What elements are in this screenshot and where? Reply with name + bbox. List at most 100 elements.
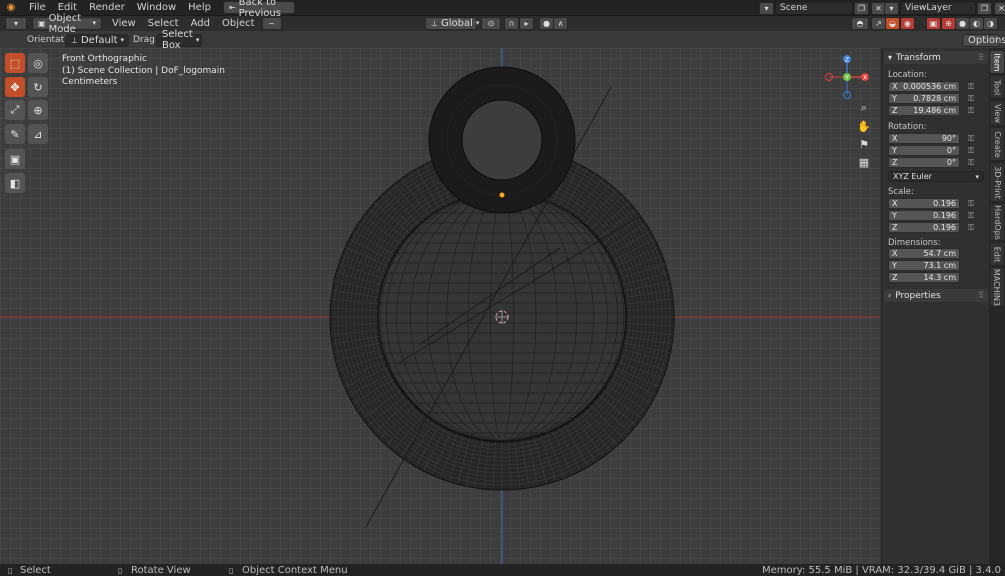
rotation-z-value: 0° <box>946 158 956 167</box>
status-select: Select <box>20 564 51 576</box>
editor-type-icon[interactable]: ▾ <box>5 17 27 30</box>
menu-add[interactable]: Add <box>185 18 216 29</box>
lock-icon[interactable]: ⚿ <box>968 134 974 144</box>
back-to-previous-button[interactable]: ⇤ Back to Previous <box>222 0 295 19</box>
falloff-icon[interactable]: ∧ <box>553 17 568 30</box>
new-scene-icon[interactable]: ❐ <box>854 1 869 15</box>
lock-icon[interactable]: ⚿ <box>968 199 974 209</box>
scale-z-field[interactable]: Z 0.196 <box>888 222 960 233</box>
scene-selector[interactable]: ▾ Scene ❐ ✕ <box>758 1 887 15</box>
viewport-header: ▾ ▣ Object Mode ▾ View Select Add Object… <box>0 13 1005 35</box>
axis-label: Z <box>892 158 898 167</box>
dimensions-z-field[interactable]: Z 14.3 cm <box>888 272 960 283</box>
tab-edit[interactable]: Edit <box>990 243 1004 265</box>
object-extra-icon[interactable]: ~ <box>261 17 282 30</box>
rendered-shading-icon[interactable]: ◑ <box>983 17 998 30</box>
menu-edit[interactable]: Edit <box>52 2 83 13</box>
3d-viewport[interactable] <box>0 48 880 564</box>
tab-item[interactable]: Item <box>990 51 1004 73</box>
camera-icon[interactable]: ⚑ <box>857 137 871 151</box>
scale-x-field[interactable]: X 0.196 <box>888 198 960 209</box>
tab-tool-label: Tool <box>992 79 1002 95</box>
location-x-field[interactable]: X 0.000536 cm <box>888 81 960 92</box>
overlay-toggle-icon[interactable]: ◒ <box>885 17 900 30</box>
dimensions-x-field[interactable]: X 54.7 cm <box>888 248 960 259</box>
menu-select[interactable]: Select <box>142 18 185 29</box>
snap-icon[interactable]: ∩ <box>504 17 519 30</box>
lock-icon[interactable]: ⚿ <box>968 106 974 116</box>
lock-icon[interactable]: ⚿ <box>968 146 974 156</box>
options-button[interactable]: Options ▾ <box>962 33 1005 47</box>
menu-window[interactable]: Window <box>131 2 182 13</box>
tab-tool[interactable]: Tool <box>990 76 1004 98</box>
lock-icon[interactable]: ⚿ <box>968 211 974 221</box>
rotate-tool[interactable]: ↻ <box>28 77 48 97</box>
gizmo-toggle-icon[interactable]: ↗ <box>871 17 886 30</box>
blender-logo-icon[interactable]: ◉ <box>3 2 19 13</box>
snap-target-icon[interactable]: ▸ <box>519 17 534 30</box>
navigation-gizmo[interactable]: Z X Y <box>822 53 872 103</box>
scene-name-field[interactable]: Scene <box>775 1 853 15</box>
location-z-field[interactable]: Z 19.486 cm <box>888 105 960 116</box>
axis-label: Z <box>892 106 898 115</box>
delete-view-layer-icon[interactable]: ✕ <box>994 1 1005 15</box>
dimensions-label: Dimensions: <box>888 238 941 248</box>
annotate-tool[interactable]: ✎ <box>5 124 25 144</box>
add-cube-tool[interactable]: ▣ <box>5 149 25 169</box>
visibility-icon[interactable]: ◓ <box>851 17 869 30</box>
drag-handle-icon[interactable]: ⠿ <box>978 53 984 62</box>
menu-object[interactable]: Object <box>216 18 261 29</box>
scale-y-field[interactable]: Y 0.196 <box>888 210 960 221</box>
lock-icon[interactable]: ⚿ <box>968 223 974 233</box>
tab-hardops[interactable]: HardOps <box>990 204 1004 240</box>
tab-create[interactable]: Create <box>990 128 1004 160</box>
material-shading-icon[interactable]: ◐ <box>969 17 984 30</box>
lock-icon[interactable]: ⚿ <box>968 158 974 168</box>
menu-help[interactable]: Help <box>182 2 217 13</box>
scale-tool[interactable]: ⤢ <box>5 100 25 120</box>
measure-tool[interactable]: ⊿ <box>28 124 48 144</box>
rotation-y-field[interactable]: Y 0° <box>888 145 960 156</box>
chevron-down-icon: ▾ <box>92 19 96 27</box>
cursor-tool[interactable]: ◎ <box>28 53 48 73</box>
rotation-y-value: 0° <box>946 146 956 155</box>
rotation-mode-dropdown[interactable]: XYZ Euler ▾ <box>888 171 984 182</box>
view-layer-selector[interactable]: ▾ ViewLayer ❐ ✕ <box>883 1 1005 15</box>
xray-toggle-icon[interactable]: ▣ <box>926 17 941 30</box>
menu-render[interactable]: Render <box>83 2 131 13</box>
tab-3d-print[interactable]: 3D-Print <box>990 163 1004 201</box>
rotation-x-field[interactable]: X 90° <box>888 133 960 144</box>
location-z-value: 19.486 cm <box>913 106 956 115</box>
tab-machin3[interactable]: MACHIN3 <box>990 268 1004 306</box>
transform-panel-header[interactable]: ▾ Transform ⠿ <box>884 51 988 64</box>
rotation-label: Rotation: <box>888 122 927 132</box>
overlay-dropdown-icon[interactable]: ◉ <box>900 17 915 30</box>
pan-hand-icon[interactable]: ✋ <box>857 119 871 133</box>
transform-tool[interactable]: ⊕ <box>28 100 48 120</box>
rotation-z-field[interactable]: Z 0° <box>888 157 960 168</box>
lock-icon[interactable]: ⚿ <box>968 94 974 104</box>
menu-file[interactable]: File <box>23 2 52 13</box>
tab-view[interactable]: View <box>990 101 1004 125</box>
menu-view[interactable]: View <box>106 18 142 29</box>
extra-tool[interactable]: ◧ <box>5 173 25 193</box>
solid-shading-icon[interactable]: ● <box>955 17 970 30</box>
grid-icon[interactable]: ▦ <box>857 155 871 169</box>
move-tool[interactable]: ✥ <box>5 77 25 97</box>
new-view-layer-icon[interactable]: ❐ <box>977 1 992 15</box>
drag-handle-icon[interactable]: ⠿ <box>978 291 984 300</box>
proportional-edit-icon[interactable]: ● <box>539 17 554 30</box>
orientation-dropdown[interactable]: ⊥ Default ▾ <box>65 33 129 47</box>
dimensions-y-field[interactable]: Y 73.1 cm <box>888 260 960 271</box>
drag-dropdown[interactable]: Select Box ▾ <box>156 29 202 51</box>
mode-dropdown[interactable]: ▣ Object Mode ▾ <box>32 13 102 35</box>
properties-panel-header[interactable]: › Properties ⠿ <box>884 289 988 302</box>
lock-icon[interactable]: ⚿ <box>968 82 974 92</box>
wireframe-shading-icon[interactable]: ⊕ <box>941 17 956 30</box>
transform-orientation-dropdown[interactable]: ⊥ Global ▾ <box>425 17 479 30</box>
location-y-field[interactable]: Y 0.7828 cm <box>888 93 960 104</box>
zoom-icon[interactable]: ⌕ <box>857 101 871 115</box>
view-layer-name-field[interactable]: ViewLayer <box>900 1 976 15</box>
pivot-point-icon[interactable]: ⊙ <box>481 17 501 30</box>
select-box-tool[interactable]: ⬚ <box>5 53 25 73</box>
